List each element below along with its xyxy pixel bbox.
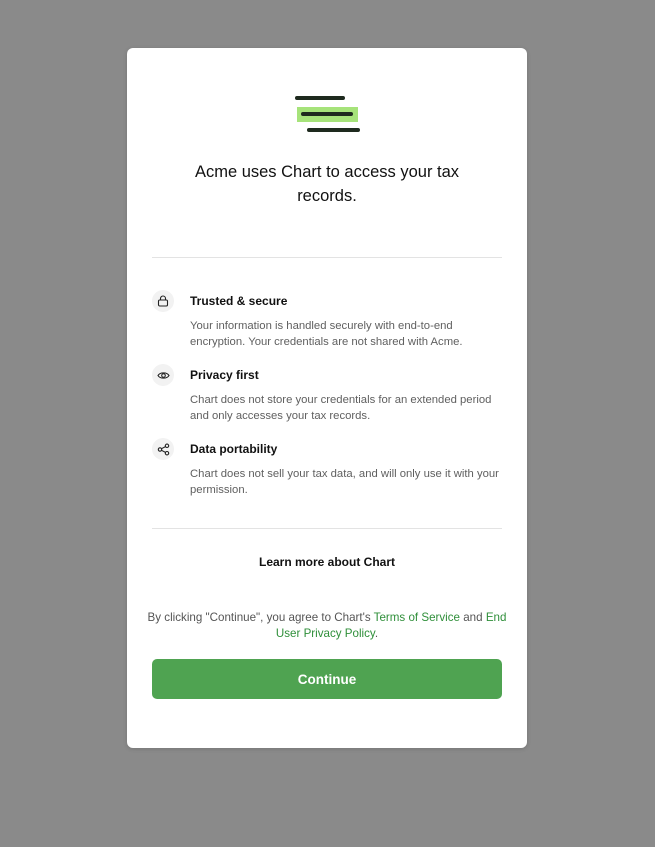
consent-middle: and bbox=[460, 611, 486, 624]
bottom-divider bbox=[152, 528, 502, 529]
feature-title: Data portability bbox=[190, 442, 278, 456]
consent-modal: Acme uses Chart to access your tax recor… bbox=[127, 48, 527, 748]
chart-logo-icon bbox=[295, 96, 360, 132]
share-icon bbox=[152, 438, 174, 460]
feature-description: Chart does not sell your tax data, and w… bbox=[190, 468, 499, 496]
feature-title: Privacy first bbox=[190, 368, 259, 382]
consent-prefix: By clicking "Continue", you agree to Cha… bbox=[147, 611, 374, 624]
headline: Acme uses Chart to access your tax recor… bbox=[194, 163, 460, 205]
feature-description: Your information is handled securely wit… bbox=[190, 320, 463, 348]
top-divider bbox=[152, 257, 502, 258]
terms-of-service-link[interactable]: Terms of Service bbox=[374, 611, 460, 624]
continue-button[interactable]: Continue bbox=[152, 659, 502, 699]
consent-suffix: . bbox=[374, 627, 379, 640]
feature-description: Chart does not store your credentials fo… bbox=[190, 394, 492, 422]
lock-icon bbox=[152, 290, 174, 312]
feature-title: Trusted & secure bbox=[190, 294, 288, 308]
consent-text: By clicking "Continue", you agree to Cha… bbox=[147, 610, 507, 642]
eye-icon bbox=[152, 364, 174, 386]
learn-more-link[interactable]: Learn more about Chart bbox=[127, 555, 527, 569]
